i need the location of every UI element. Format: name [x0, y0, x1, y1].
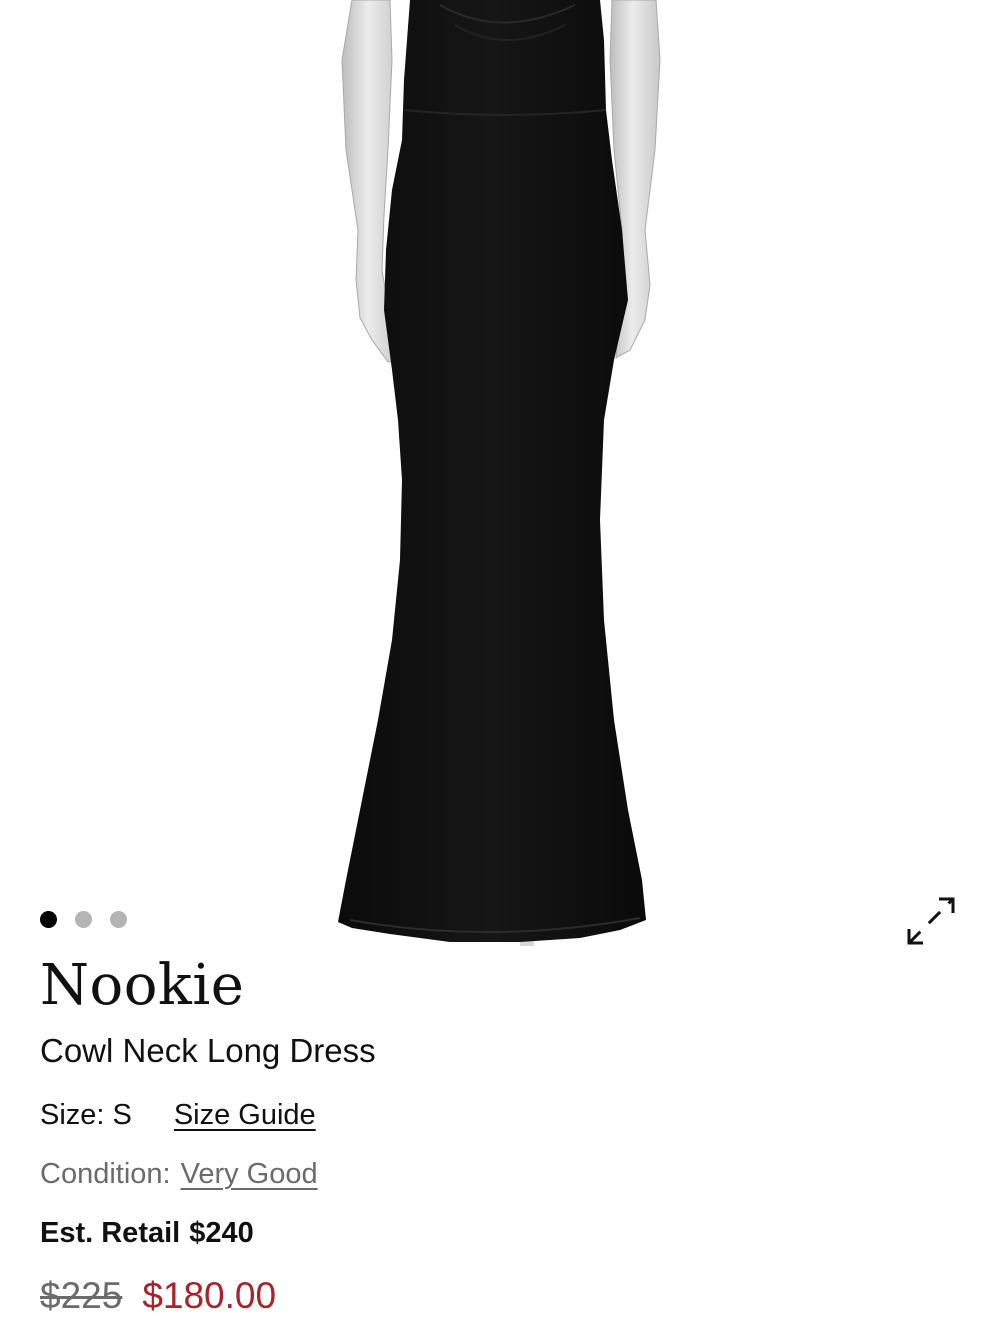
size-value: S [112, 1099, 132, 1131]
condition-row: Condition: Very Good [40, 1155, 318, 1193]
gallery-dot-2[interactable] [75, 911, 92, 928]
estimated-retail: Est. Retail $240 [40, 1214, 254, 1252]
original-price: $225 [40, 1275, 123, 1316]
retail-value: $240 [189, 1217, 254, 1249]
size-row: Size: S Size Guide [40, 1096, 316, 1134]
retail-label: Est. Retail [40, 1217, 181, 1249]
gallery-pagination [40, 911, 127, 928]
brand-name[interactable]: Nookie [40, 952, 244, 1020]
expand-diagonal-arrows-icon[interactable] [903, 895, 959, 951]
sale-price: $180.00 [142, 1275, 277, 1316]
product-image[interactable] [0, 0, 1000, 950]
condition-label: Condition: [40, 1158, 171, 1190]
product-title: Cowl Neck Long Dress [40, 1032, 376, 1069]
gallery-dot-3[interactable] [110, 911, 127, 928]
condition-link[interactable]: Very Good [181, 1155, 318, 1193]
gallery-dot-1[interactable] [40, 911, 57, 928]
size-label: Size: [40, 1099, 105, 1131]
size-guide-link[interactable]: Size Guide [174, 1096, 316, 1134]
price-row: $225 $180.00 [40, 1272, 276, 1320]
dress-on-mannequin-image [338, 0, 661, 946]
